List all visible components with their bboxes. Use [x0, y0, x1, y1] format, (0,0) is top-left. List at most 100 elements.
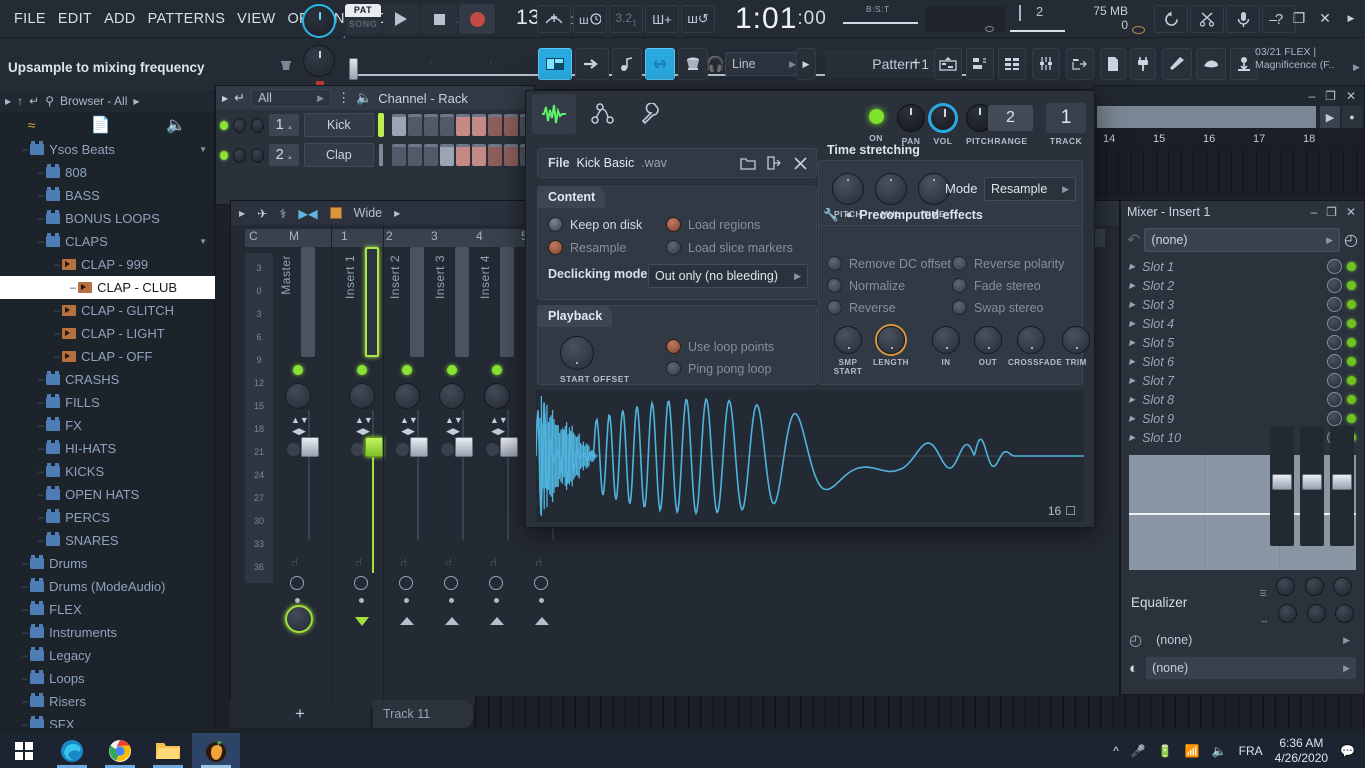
step-button[interactable] — [424, 144, 438, 166]
start-button[interactable] — [0, 733, 48, 768]
record-button[interactable] — [459, 4, 495, 34]
step-sequencer-button[interactable] — [575, 48, 609, 80]
step-button[interactable] — [504, 144, 518, 166]
file-icon[interactable]: 📄 — [91, 115, 111, 135]
radio-load-regions-icon[interactable] — [666, 217, 681, 232]
mixer-track-led[interactable] — [357, 365, 367, 375]
mixer-small-knob[interactable] — [486, 443, 499, 456]
fx-remove-dc-offset[interactable]: Remove DC offset — [827, 256, 951, 279]
tray-battery-icon[interactable]: 🔋 — [1158, 744, 1173, 758]
browser-tree[interactable]: – Ysos Beats ▼ –808– BASS – BONUS LOOPS – CLAPS ▼… — [0, 138, 215, 728]
send-select[interactable]: (none) ▶ — [1150, 629, 1356, 651]
mixer-track-led[interactable] — [492, 365, 502, 375]
tray-clock[interactable]: 6:36 AM 4/26/2020 — [1275, 736, 1328, 766]
project-picker-button[interactable] — [1066, 48, 1094, 80]
mixer-button[interactable] — [1032, 48, 1060, 80]
mixer-plug-icon[interactable]: ⑁ — [445, 555, 452, 569]
insert-slot-row[interactable]: ▶ Slot 3 — [1121, 295, 1364, 314]
link-tool-button[interactable] — [645, 48, 675, 80]
browser-item[interactable]: – Drums — [0, 552, 215, 575]
playlist-bottom-grid[interactable] — [475, 696, 1365, 728]
song-mode-label[interactable]: SONG — [345, 17, 381, 31]
chevron-right-icon[interactable]: ▶ — [1129, 357, 1135, 366]
browser-item[interactable]: – OPEN HATS — [0, 483, 215, 506]
channel-filter-select[interactable]: All ▶ — [251, 89, 331, 107]
length-knob[interactable] — [877, 326, 905, 354]
browser-item[interactable]: – BASS — [0, 184, 215, 207]
slot-enable-led[interactable] — [1347, 300, 1356, 309]
slot-enable-led[interactable] — [1347, 281, 1356, 290]
radio-resample-icon[interactable] — [548, 240, 563, 255]
channel-mute-led[interactable] — [220, 121, 228, 130]
browser-item[interactable]: – CLAP - GLITCH — [0, 299, 215, 322]
step-button[interactable] — [424, 114, 438, 136]
insert-maximize-button[interactable]: ❐ — [1326, 205, 1337, 219]
radio-keep-on-disk-icon[interactable] — [548, 217, 563, 232]
download-button[interactable] — [1230, 48, 1258, 80]
mixer-fader-knob[interactable] — [301, 437, 319, 457]
browser-item[interactable]: – CLAP - CLUB — [0, 276, 215, 299]
send-clock-icon[interactable]: ◴ — [1129, 631, 1142, 649]
step-button[interactable] — [456, 114, 470, 136]
radio-reverse-polarity-icon[interactable] — [952, 256, 967, 271]
note-tool-button[interactable] — [612, 48, 642, 80]
step-button[interactable] — [408, 144, 422, 166]
insert-slot-row[interactable]: ▶ Slot 5 — [1121, 333, 1364, 352]
metronome-button[interactable]: ш — [573, 5, 607, 33]
mixer-track-led[interactable] — [293, 365, 303, 375]
browser-item[interactable]: – BONUS LOOPS — [0, 207, 215, 230]
sample-file-bar[interactable]: File Kick Basic .wav — [537, 148, 817, 178]
slot-mix-knob[interactable] — [1327, 392, 1342, 407]
start-offset-knob[interactable] — [560, 336, 594, 370]
eq-gain-mid-knob[interactable] — [1305, 577, 1324, 596]
minimize-button[interactable]: – — [1265, 11, 1281, 27]
pattern-prev-button[interactable]: ▶ — [796, 48, 816, 80]
browser-item[interactable]: – PERCS — [0, 506, 215, 529]
mixer-plug-icon[interactable]: ⑁ — [535, 555, 542, 569]
slot-enable-led[interactable] — [1347, 319, 1356, 328]
slot-mix-knob[interactable] — [1327, 297, 1342, 312]
mixer-route-arrow[interactable] — [535, 617, 549, 625]
insert-close-button[interactable]: ✕ — [1346, 205, 1356, 219]
master-pitch-knob[interactable] — [302, 4, 336, 38]
sampler-knob-on[interactable]: ON — [859, 103, 893, 143]
insert-minimize-button[interactable]: – — [1310, 205, 1317, 219]
slot-mix-knob[interactable] — [1327, 335, 1342, 350]
insert-slot-row[interactable]: ▶ Slot 2 — [1121, 276, 1364, 295]
declicking-mode-select[interactable]: Out only (no bleeding) ▶ — [648, 264, 808, 288]
mixer-pan-knob[interactable] — [285, 383, 311, 409]
wait-for-input-button[interactable]: 3.21 — [609, 5, 643, 33]
mixer-track-strip[interactable]: Insert 3 ▲▼ ◀▶ ⑁ — [431, 225, 475, 711]
mixer-clock-icon[interactable] — [534, 576, 548, 590]
channel-index[interactable]: 2 ▲ — [269, 144, 299, 166]
mixer-small-knob[interactable] — [351, 443, 364, 456]
cut-tool-button[interactable] — [1190, 5, 1224, 33]
channel-rack-expand-icon[interactable]: ▶ — [222, 94, 228, 103]
step-button[interactable] — [392, 114, 406, 136]
step-button[interactable] — [440, 114, 454, 136]
waveform-zoom-icon[interactable]: ☐ — [1065, 504, 1076, 518]
sample-knob-in[interactable]: IN — [923, 326, 969, 367]
slot-mix-knob[interactable] — [1327, 259, 1342, 274]
slot-mix-knob[interactable] — [1327, 278, 1342, 293]
mixer-track-led[interactable] — [447, 365, 457, 375]
speaker-icon[interactable]: 🔈 — [166, 115, 186, 135]
channel-volume-knob[interactable] — [251, 148, 264, 163]
content-option-load-regions[interactable]: Load regions — [666, 217, 760, 240]
tab-envelope[interactable] — [580, 94, 624, 134]
chevron-right-icon[interactable]: ▶ — [1129, 319, 1135, 328]
step-sequencer-row[interactable] — [392, 144, 534, 166]
insert-slot-row[interactable]: ▶ Slot 4 — [1121, 314, 1364, 333]
stretch-mode-select[interactable]: Resample ▶ — [984, 177, 1076, 201]
open-folder-icon[interactable] — [736, 151, 760, 175]
browser-item[interactable]: – CLAPS ▼ — [0, 230, 215, 253]
eq-freq-low-knob[interactable] — [1278, 604, 1297, 623]
mixer-route-arrow[interactable] — [445, 617, 459, 625]
playlist-close-button[interactable]: ✕ — [1346, 89, 1356, 103]
mixer-plug-icon[interactable]: ⑁ — [355, 555, 362, 569]
insert-slot-row[interactable]: ▶ Slot 6 — [1121, 352, 1364, 371]
chevron-right-icon[interactable]: ▶ — [1129, 395, 1135, 404]
mixer-stereo-arrows[interactable]: ▲▼◀▶ — [400, 415, 416, 437]
out-knob[interactable] — [974, 326, 1002, 354]
pan-knob[interactable] — [897, 104, 925, 132]
